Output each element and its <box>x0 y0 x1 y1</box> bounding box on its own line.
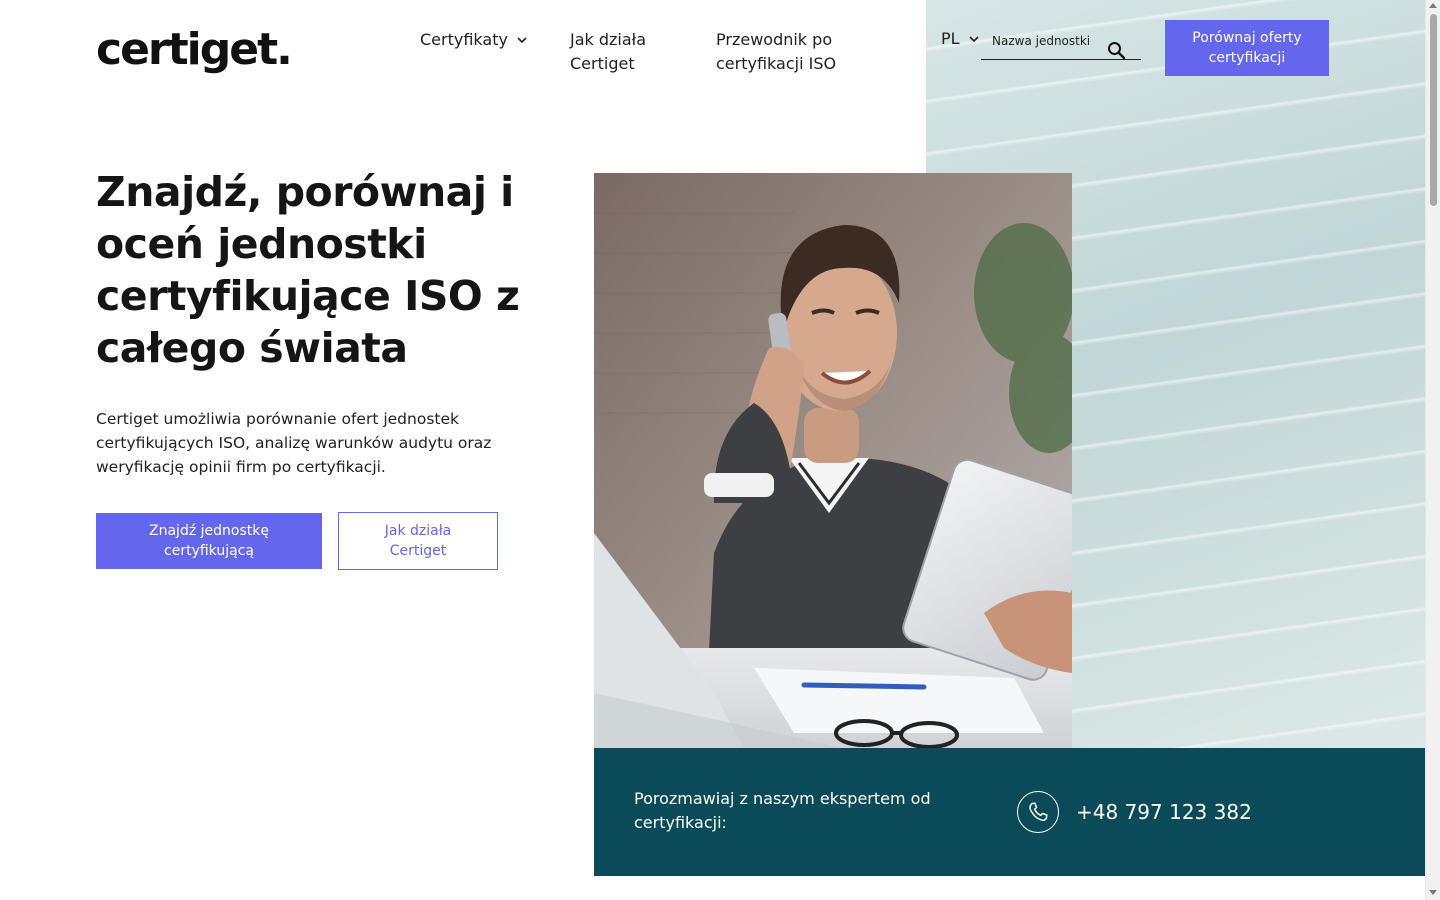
scroll-up-arrow-icon[interactable] <box>1429 3 1437 8</box>
search-input[interactable] <box>992 30 1104 52</box>
search-box <box>981 26 1141 60</box>
language-label: PL <box>941 29 960 48</box>
nav-item-iso-guide[interactable]: Przewodnik po certyfikacji ISO <box>716 28 866 76</box>
hero-photo <box>594 173 1072 748</box>
contact-bar: Porozmawiaj z naszym ekspertem od certyf… <box>594 748 1425 876</box>
phone-icon-circle[interactable] <box>1017 791 1059 833</box>
contact-text: Porozmawiaj z naszym ekspertem od certyf… <box>634 789 931 832</box>
hero-title: Znajdź, porównaj i oceń jednostki certyf… <box>96 168 520 372</box>
phone-number[interactable]: +48 797 123 382 <box>1076 798 1252 826</box>
nav-item-how-it-works[interactable]: Jak działa Certiget <box>570 28 680 76</box>
page-scrollbar[interactable] <box>1425 0 1440 900</box>
nav-item-certificates[interactable]: Certyfikaty <box>420 28 528 52</box>
search-icon[interactable] <box>1107 41 1127 61</box>
scrollbar-thumb[interactable] <box>1430 14 1437 206</box>
man-with-tablet-illustration <box>594 173 1072 748</box>
chevron-down-icon <box>517 37 527 44</box>
nav-item-label: Certyfikaty <box>420 30 508 49</box>
logo[interactable]: certiget. <box>96 24 293 75</box>
scroll-down-arrow-icon[interactable] <box>1429 890 1437 895</box>
chevron-down-icon <box>968 35 979 42</box>
hero-description: Certiget umożliwia porównanie ofert jedn… <box>96 410 492 476</box>
find-certification-body-button[interactable]: Znajdź jednostkę certyfikującą <box>96 513 322 569</box>
compare-offers-button[interactable]: Porównaj oferty certyfikacji <box>1165 20 1329 76</box>
language-selector[interactable]: PL <box>941 29 980 48</box>
how-it-works-button[interactable]: Jak działa Certiget <box>338 512 498 570</box>
phone-icon <box>1029 802 1048 821</box>
